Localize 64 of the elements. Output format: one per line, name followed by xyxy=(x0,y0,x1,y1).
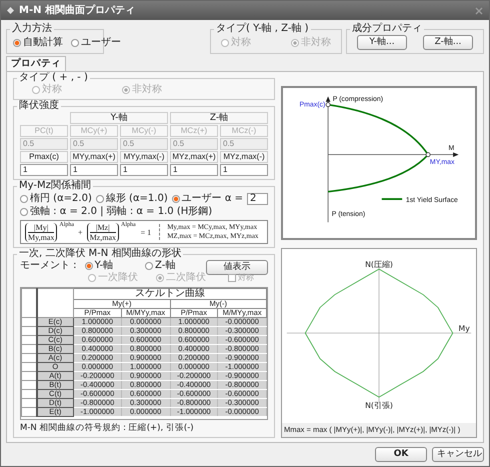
radio-icon[interactable] xyxy=(13,38,21,46)
radio-button[interactable]: 楕円 (α=2.0) xyxy=(20,192,92,204)
value-field[interactable]: 1 xyxy=(220,164,268,176)
radio-icon[interactable] xyxy=(96,194,104,202)
equation-rhs: = 1 xyxy=(140,228,152,236)
radio-icon[interactable] xyxy=(71,38,79,46)
fraction-term: |Mz| Mz,max xyxy=(86,222,119,242)
radio-icon[interactable] xyxy=(20,208,28,216)
value-field[interactable]: 1 xyxy=(70,164,118,176)
group-label: My-Mz関係補間 xyxy=(17,180,93,192)
radio-button[interactable]: 自動計算 xyxy=(13,36,63,48)
column-header: Z-軸 xyxy=(170,112,268,124)
axis-label: N(圧縮) xyxy=(365,260,393,270)
point-marker xyxy=(326,102,330,108)
note-text: M-N 相関曲線の符号規約 : 圧縮(+), 引張(-) xyxy=(20,422,195,434)
column-header: Y-軸 xyxy=(70,112,168,124)
group-label: タイプ( Y-軸 , Z-軸 ) xyxy=(214,23,311,35)
radio-button[interactable]: Y-軸 xyxy=(84,260,138,272)
group-label: 降伏強度 xyxy=(17,100,61,112)
axis-button[interactable]: Z-軸... xyxy=(423,35,473,50)
column-header: MYy,max(+) xyxy=(70,151,118,163)
value-field[interactable]: 1 xyxy=(170,164,218,176)
close-icon[interactable] xyxy=(475,6,483,14)
moment-label: モーメント : xyxy=(20,260,77,272)
axis-label: N(引張) xyxy=(365,400,393,410)
radio-icon[interactable] xyxy=(156,274,164,282)
radio-icon[interactable] xyxy=(20,194,28,202)
column-header: MCy(-) xyxy=(120,125,168,137)
radio-button[interactable]: Z-軸 xyxy=(145,260,198,272)
radio-button[interactable]: 線形 (α=1.0) xyxy=(96,192,168,204)
column-header: Pmax(c) xyxy=(20,151,68,163)
column-header: MYz,max(+) xyxy=(170,151,218,163)
window-title: M-N 相関曲面プロパティ xyxy=(19,4,136,16)
fraction-term: |My| My,max xyxy=(25,222,58,242)
show-values-button[interactable]: 値表示 xyxy=(206,260,268,275)
point-marker xyxy=(426,152,430,158)
column-header: MYz,max(-) xyxy=(220,151,268,163)
cancel-button[interactable]: キャンセル xyxy=(432,447,484,462)
column-header: PC(t) xyxy=(20,125,68,137)
diamond-icon xyxy=(7,7,14,14)
radio-button[interactable]: ユーザー xyxy=(71,36,121,48)
group-label: 一次, 二次降伏 M-N 相関曲線の形状 xyxy=(17,248,184,260)
column-header: MCz(-) xyxy=(220,125,268,137)
radio-icon[interactable] xyxy=(88,274,96,282)
legend-swatch xyxy=(382,198,402,200)
radio-icon[interactable] xyxy=(145,262,154,270)
ok-button[interactable]: OK xyxy=(375,447,427,462)
radio-icon[interactable] xyxy=(84,262,93,270)
plus-sign: + xyxy=(78,228,83,236)
column-header: MYy,max(-) xyxy=(120,151,168,163)
group-label: 成分プロパティ xyxy=(350,23,424,35)
radio-button[interactable]: 強軸 : α = 2.0 | 弱軸 : α = 1.0 (H形鋼) xyxy=(20,206,212,218)
alpha-field[interactable]: 2 xyxy=(247,192,268,204)
axis-label: My xyxy=(458,324,470,334)
value-field[interactable]: 1 xyxy=(20,164,68,176)
radio-icon[interactable] xyxy=(172,194,180,202)
radio-button[interactable]: ユーザー α = xyxy=(172,192,244,204)
column-header: MCy(+) xyxy=(70,125,118,137)
column-header: MCz(+) xyxy=(170,125,218,137)
axis-button[interactable]: Y-軸... xyxy=(357,35,407,50)
table-title: スケルトン曲線 xyxy=(74,288,266,300)
group-label: 入力方法 xyxy=(10,23,54,35)
value-field[interactable]: 1 xyxy=(120,164,168,176)
tab[interactable]: プロパティ xyxy=(6,56,66,71)
